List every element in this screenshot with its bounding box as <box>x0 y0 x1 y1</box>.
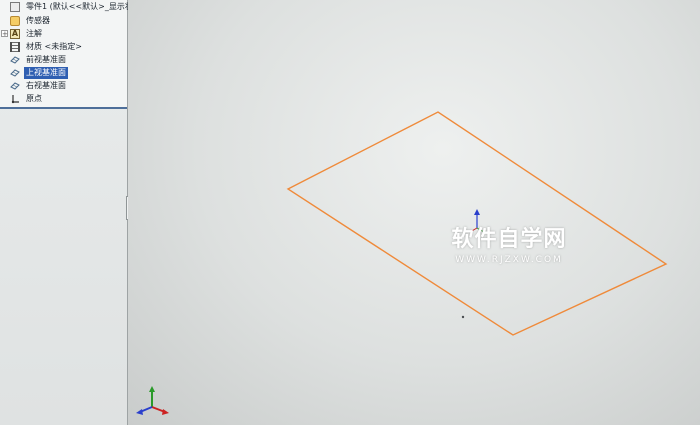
reference-triad <box>136 386 169 415</box>
tree-item-part[interactable]: 零件1 (默认<<默认>_显示状态 <box>0 1 141 13</box>
tree-item-origin[interactable]: 原点 <box>0 93 127 105</box>
tree-item-label: 上视基准面 <box>24 67 68 79</box>
expand-toggle-icon[interactable]: + <box>1 30 8 38</box>
plane-icon <box>10 81 20 91</box>
tree-item-label: 材质 <未指定> <box>26 42 82 51</box>
tree-item-label: 注解 <box>26 29 42 38</box>
tree-item-label: 零件1 (默认<<默认>_显示状态 <box>26 2 141 11</box>
watermark-url: WWW.RJZXW.COM <box>455 255 563 265</box>
tree-item-top-plane[interactable]: 上视基准面 <box>0 67 127 79</box>
plane-icon <box>10 55 20 65</box>
sensor-icon <box>10 16 20 26</box>
graphics-viewport[interactable] <box>128 0 700 425</box>
tree-item-sensors[interactable]: 传感器 <box>0 15 127 27</box>
feature-tree-list: 零件1 (默认<<默认>_显示状态 传感器 + A 注解 材质 <未指定> 前视… <box>0 0 141 109</box>
origin-icon <box>10 94 20 104</box>
tree-item-front-plane[interactable]: 前视基准面 <box>0 54 127 66</box>
watermark-title: 软件自学网 <box>451 227 567 252</box>
tree-item-label: 传感器 <box>26 16 50 25</box>
tree-item-label: 右视基准面 <box>26 81 66 90</box>
tree-item-annotations[interactable]: + A 注解 <box>0 28 127 40</box>
material-icon <box>10 42 20 52</box>
tree-item-label: 原点 <box>26 94 42 103</box>
feature-manager-tree: 零件1 (默认<<默认>_显示状态 传感器 + A 注解 材质 <未指定> 前视… <box>0 0 141 425</box>
plane-icon <box>10 68 20 78</box>
tree-item-right-plane[interactable]: 右视基准面 <box>0 80 127 92</box>
annotation-icon: A <box>10 29 20 39</box>
tree-item-material[interactable]: 材质 <未指定> <box>0 41 127 53</box>
part-icon <box>10 2 20 12</box>
tree-item-label: 前视基准面 <box>26 55 66 64</box>
watermark: 软件自学网 WWW.RJZXW.COM <box>438 226 580 270</box>
